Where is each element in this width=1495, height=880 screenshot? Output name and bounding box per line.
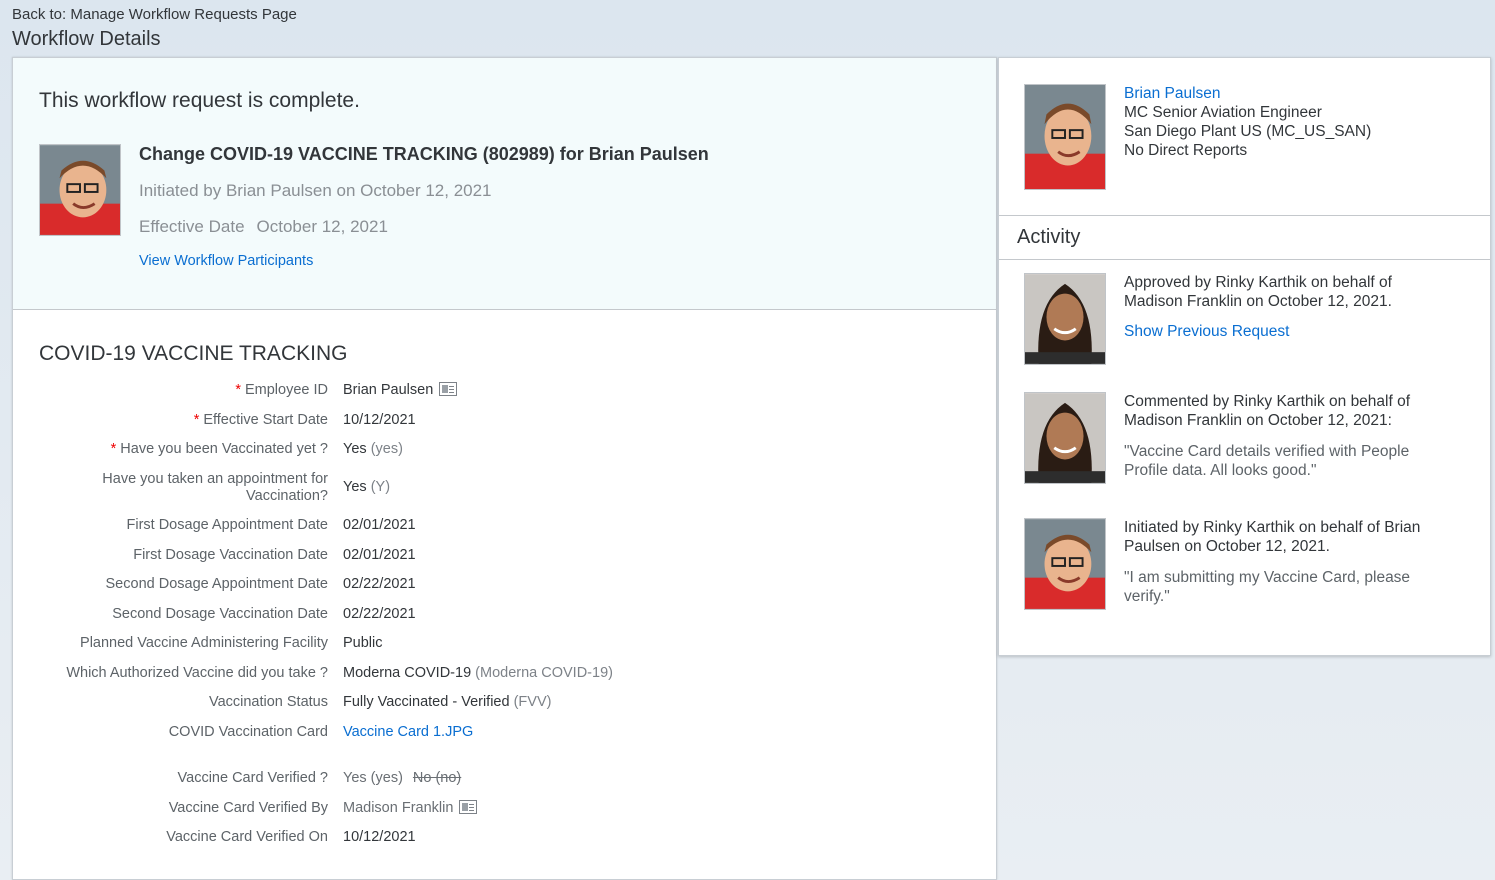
man-photo-icon bbox=[1025, 85, 1105, 189]
field-label: Second Dosage Appointment Date bbox=[105, 576, 328, 592]
field-label: * Effective Start Date bbox=[194, 412, 328, 428]
woman-photo-icon bbox=[1025, 393, 1105, 483]
field-value: 10/12/2021 bbox=[343, 829, 416, 845]
requester-avatar bbox=[39, 144, 121, 236]
required-marker: * bbox=[193, 412, 200, 428]
field-value-text: Brian Paulsen bbox=[343, 382, 434, 398]
request-title: Change COVID-19 VACCINE TRACKING (802989… bbox=[139, 144, 709, 164]
required-marker: * bbox=[235, 382, 241, 398]
field-label: Vaccine Card Verified By bbox=[168, 800, 328, 816]
field-value: Yes (yes) bbox=[343, 441, 403, 457]
field-label: First Dosage Appointment Date bbox=[126, 517, 329, 533]
field-value: 10/12/2021 bbox=[343, 412, 416, 428]
field-value-code: (yes) bbox=[370, 441, 403, 457]
form-title: COVID-19 VACCINE TRACKING bbox=[39, 342, 348, 365]
field-label: Have you taken an appointment for Vaccin… bbox=[102, 471, 328, 504]
man-photo-icon bbox=[40, 145, 120, 235]
person-card-icon[interactable] bbox=[439, 382, 458, 397]
field-label: Planned Vaccine Administering Facility bbox=[80, 635, 328, 651]
field-label: Which Authorized Vaccine did you take ? bbox=[66, 665, 328, 681]
field-value-text: Yes bbox=[343, 479, 367, 495]
field-label: COVID Vaccination Card bbox=[168, 724, 328, 740]
status-message: This workflow request is complete. bbox=[39, 89, 360, 112]
activity-comment: "Vaccine Card details verified with Peop… bbox=[1124, 443, 1410, 479]
view-participants-link[interactable]: View Workflow Participants bbox=[139, 253, 313, 269]
field-value-code: (Moderna COVID-19) bbox=[475, 665, 613, 681]
field-label: Vaccine Card Verified ? bbox=[177, 770, 328, 786]
field-value-code: (Y) bbox=[370, 479, 391, 495]
field-value-code: (FVV) bbox=[513, 694, 552, 710]
field-value: Yes (Y) bbox=[343, 479, 390, 495]
field-value: Madison Franklin bbox=[343, 800, 478, 816]
field-value: 02/22/2021 bbox=[343, 576, 416, 592]
field-label-text: Have you been Vaccinated yet ? bbox=[120, 441, 328, 457]
field-value-previous: No (no) bbox=[412, 770, 462, 786]
profile-name-link[interactable]: Brian Paulsen bbox=[1124, 85, 1221, 103]
field-value-text: Madison Franklin bbox=[343, 800, 454, 816]
side-panel: Brian Paulsen MC Senior Aviation Enginee… bbox=[998, 57, 1491, 656]
workflow-summary: This workflow request is complete. Chang… bbox=[13, 58, 996, 310]
field-value: Fully Vaccinated - Verified (FVV) bbox=[343, 694, 551, 710]
activity-text: Approved by Rinky Karthik on behalf of M… bbox=[1124, 274, 1392, 310]
back-link[interactable]: Back to: Manage Workflow Requests Page bbox=[12, 6, 297, 24]
activity-title: Activity bbox=[1017, 226, 1081, 248]
field-label: Second Dosage Vaccination Date bbox=[112, 606, 328, 622]
field-label: * Employee ID bbox=[235, 382, 328, 398]
field-value: 02/22/2021 bbox=[343, 606, 416, 622]
field-value-text: Yes bbox=[343, 441, 367, 457]
profile-location: San Diego Plant US (MC_US_SAN) bbox=[1124, 123, 1372, 140]
approver-avatar bbox=[1024, 273, 1106, 365]
activity-comment: "I am submitting my Vaccine Card, please… bbox=[1124, 569, 1411, 605]
field-value: Brian Paulsen bbox=[343, 382, 458, 398]
field-value: 02/01/2021 bbox=[343, 547, 416, 563]
field-label: Vaccination Status bbox=[208, 694, 328, 710]
request-initiated: Initiated by Brian Paulsen on October 12… bbox=[139, 181, 492, 200]
required-marker: * bbox=[110, 441, 117, 457]
page-header: Back to: Manage Workflow Requests Page W… bbox=[12, 6, 297, 52]
initiator-avatar bbox=[1024, 518, 1106, 610]
effective-date-label: Effective Date bbox=[139, 217, 245, 236]
person-card-icon[interactable] bbox=[459, 800, 478, 815]
workflow-main-panel: This workflow request is complete. Chang… bbox=[12, 57, 997, 880]
effective-date: Effective Date October 12, 2021 bbox=[139, 217, 388, 237]
show-previous-request-link[interactable]: Show Previous Request bbox=[1124, 323, 1289, 341]
field-value: Public bbox=[343, 635, 383, 651]
field-value-text: Fully Vaccinated - Verified bbox=[343, 694, 510, 710]
man-photo-icon bbox=[1025, 519, 1105, 609]
activity-text: Commented by Rinky Karthik on behalf of … bbox=[1124, 393, 1411, 429]
field-value: Yes (yes) No (no) bbox=[343, 770, 461, 786]
field-label-text: Employee ID bbox=[244, 382, 328, 398]
profile-job-title: MC Senior Aviation Engineer bbox=[1124, 104, 1322, 121]
commenter-avatar bbox=[1024, 392, 1106, 484]
activity-text: Initiated by Rinky Karthik on behalf of … bbox=[1124, 519, 1421, 555]
field-label: Vaccine Card Verified On bbox=[166, 829, 328, 845]
profile-reports: No Direct Reports bbox=[1124, 142, 1248, 159]
field-label: First Dosage Vaccination Date bbox=[133, 547, 328, 563]
field-value: Moderna COVID-19 (Moderna COVID-19) bbox=[343, 665, 613, 681]
field-value: 02/01/2021 bbox=[343, 517, 416, 533]
field-label: * Have you been Vaccinated yet ? bbox=[111, 441, 328, 457]
activity-header: Activity bbox=[999, 216, 1490, 260]
field-label-text: Effective Start Date bbox=[203, 412, 328, 428]
effective-date-value: October 12, 2021 bbox=[256, 217, 388, 236]
field-value-new: Yes (yes) bbox=[343, 770, 403, 786]
profile-avatar bbox=[1024, 84, 1106, 190]
vaccine-card-attachment-link[interactable]: Vaccine Card 1.JPG bbox=[343, 724, 473, 740]
woman-photo-icon bbox=[1025, 274, 1105, 364]
page-title: Workflow Details bbox=[12, 28, 161, 50]
profile-card: Brian Paulsen MC Senior Aviation Enginee… bbox=[999, 58, 1490, 216]
field-value-text: Moderna COVID-19 bbox=[343, 665, 472, 681]
